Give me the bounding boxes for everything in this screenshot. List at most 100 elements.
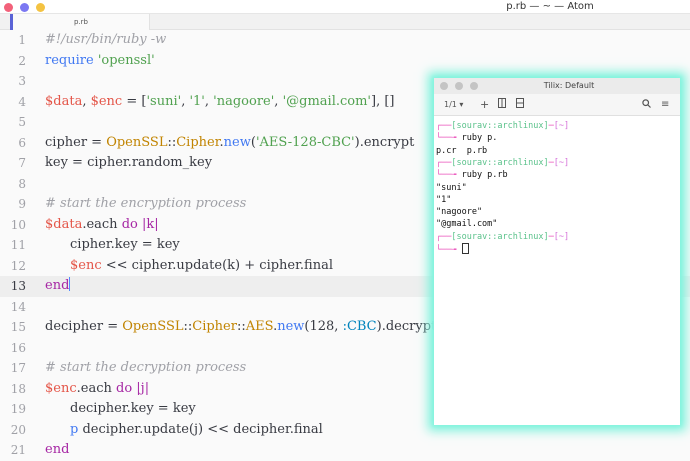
close-window-button[interactable] xyxy=(4,3,13,12)
code-text: $enc << cipher.update(k) + cipher.final xyxy=(70,256,333,277)
code-token: #!/usr/bin/ruby -w xyxy=(45,32,167,47)
terminal-text: "1" xyxy=(436,194,452,205)
code-text: $data, $enc = ['suni', '1', 'nagoore', '… xyxy=(45,92,394,113)
code-token: , xyxy=(274,93,283,109)
code-text: p decipher.update(j) << decipher.final xyxy=(70,420,323,441)
prompt-cwd: [~] xyxy=(553,231,570,242)
terminal-line: "suni" xyxy=(436,182,467,194)
tab-bar: p.rb xyxy=(0,14,690,30)
code-token: decipher.key = key xyxy=(70,401,196,416)
menu-icon[interactable]: ≡ xyxy=(661,94,669,116)
line-number: 2 xyxy=(18,53,26,68)
code-token: .each xyxy=(82,216,122,232)
code-token: , xyxy=(204,93,214,109)
terminal-line: "nagoore" xyxy=(436,206,482,218)
code-token: AES xyxy=(245,319,274,334)
line-number: 7 xyxy=(18,156,26,170)
line-number: 3 xyxy=(18,74,26,88)
terminal-text: └──╼ xyxy=(436,133,462,144)
text-caret xyxy=(69,277,71,291)
line-number: 9 xyxy=(18,197,26,211)
window-title: p.rb — ~ — Atom xyxy=(506,1,594,12)
code-token: $enc xyxy=(45,380,77,396)
code-token: require xyxy=(45,52,94,68)
code-token: new xyxy=(277,319,305,334)
code-token: do xyxy=(121,216,138,232)
line-number: 12 xyxy=(10,258,26,273)
code-token: :: xyxy=(236,319,246,334)
maximize-window-button[interactable] xyxy=(36,3,45,12)
code-token: ).decrypt xyxy=(376,319,437,334)
code-line[interactable]: 1 #!/usr/bin/ruby -w xyxy=(0,30,690,51)
code-text: end xyxy=(45,276,71,297)
line-number: 4 xyxy=(18,94,26,109)
line-number: 19 xyxy=(10,402,26,416)
tilix-terminal-window[interactable]: Tilix: Default 1/1 ▾ + ≡ ┌──[sourav::arc… xyxy=(434,78,680,425)
terminal-line: └──╼ ruby p. xyxy=(436,132,497,144)
code-token: end xyxy=(45,278,70,293)
line-number: 5 xyxy=(18,115,26,129)
code-token: << cipher.update(k) + cipher.final xyxy=(101,257,333,273)
line-number: 14 xyxy=(10,299,26,314)
code-text: decipher.key = key xyxy=(70,399,196,420)
terminal-line: ┌──[sourav::archlinux]─[~] xyxy=(436,157,569,169)
code-text: decipher = OpenSSL::Cipher::AES.new(128,… xyxy=(45,317,436,338)
code-token: '@gmail.com' xyxy=(282,93,371,109)
split-vertical-icon[interactable] xyxy=(498,94,507,116)
code-token: , xyxy=(82,93,91,109)
code-token: 'nagoore' xyxy=(213,93,275,109)
line-number: 10 xyxy=(10,217,26,232)
terminal-text: ruby p. xyxy=(461,133,498,144)
terminal-text: ruby p.rb xyxy=(461,170,508,181)
line-number: 8 xyxy=(18,176,26,191)
line-number: 13 xyxy=(10,279,26,293)
code-line[interactable]: 21 end xyxy=(0,440,690,461)
terminal-line: "1" xyxy=(436,194,451,206)
prompt-cwd: [~] xyxy=(553,121,570,131)
line-number: 6 xyxy=(18,135,26,150)
code-token: 'openssl' xyxy=(97,52,155,68)
session-indicator[interactable]: 1/1 ▾ xyxy=(444,94,463,116)
code-text: end xyxy=(45,440,69,461)
line-number: 21 xyxy=(10,443,26,457)
code-text: $enc.each do |j| xyxy=(45,379,149,400)
code-token: :CBC xyxy=(342,319,377,334)
tilix-minimize-button[interactable] xyxy=(455,82,463,90)
line-number: 11 xyxy=(10,238,26,252)
code-text: #!/usr/bin/ruby -w xyxy=(45,30,166,51)
terminal-text: └──╼ xyxy=(436,245,462,255)
code-token: cipher = xyxy=(45,134,107,150)
code-token: ], [] xyxy=(371,93,395,109)
code-token: # start the decryption process xyxy=(45,360,247,375)
line-number: 20 xyxy=(10,422,26,437)
terminal-output[interactable]: ┌──[sourav::archlinux]─[~] └──╼ ruby p. p.… xyxy=(436,120,676,420)
code-token: new xyxy=(223,134,251,150)
search-icon[interactable] xyxy=(642,94,651,116)
split-horizontal-icon[interactable] xyxy=(516,94,525,116)
tilix-maximize-button[interactable] xyxy=(470,82,478,90)
terminal-line: p.cr p.rb xyxy=(436,145,487,157)
terminal-text: ┌── xyxy=(436,157,452,168)
tilix-title-bar: Tilix: Default xyxy=(434,78,680,94)
terminal-cursor xyxy=(461,243,469,254)
terminal-text: "suni" xyxy=(436,182,467,193)
line-number: 15 xyxy=(10,320,26,334)
code-token: :: xyxy=(183,319,193,334)
code-line[interactable]: 2 require 'openssl' xyxy=(0,51,690,72)
terminal-text: ┌── xyxy=(436,231,452,242)
add-icon[interactable]: + xyxy=(480,94,489,116)
terminal-line: └──╼ xyxy=(436,243,469,255)
tab-p-rb[interactable]: p.rb xyxy=(10,14,150,30)
code-text: require 'openssl' xyxy=(45,51,155,72)
tilix-close-button[interactable] xyxy=(440,82,448,90)
terminal-text: ┌── xyxy=(436,121,452,131)
code-token: |j| xyxy=(136,380,150,396)
session-count: 1/1 xyxy=(444,100,457,109)
code-token: $enc xyxy=(90,93,123,109)
line-number: 17 xyxy=(10,361,26,375)
terminal-line: ┌──[sourav::archlinux]─[~] xyxy=(436,231,569,243)
code-token: :: xyxy=(167,134,177,150)
terminal-text: └──╼ xyxy=(436,170,462,181)
code-token: cipher.key = key xyxy=(70,237,180,252)
minimize-window-button[interactable] xyxy=(20,3,29,12)
